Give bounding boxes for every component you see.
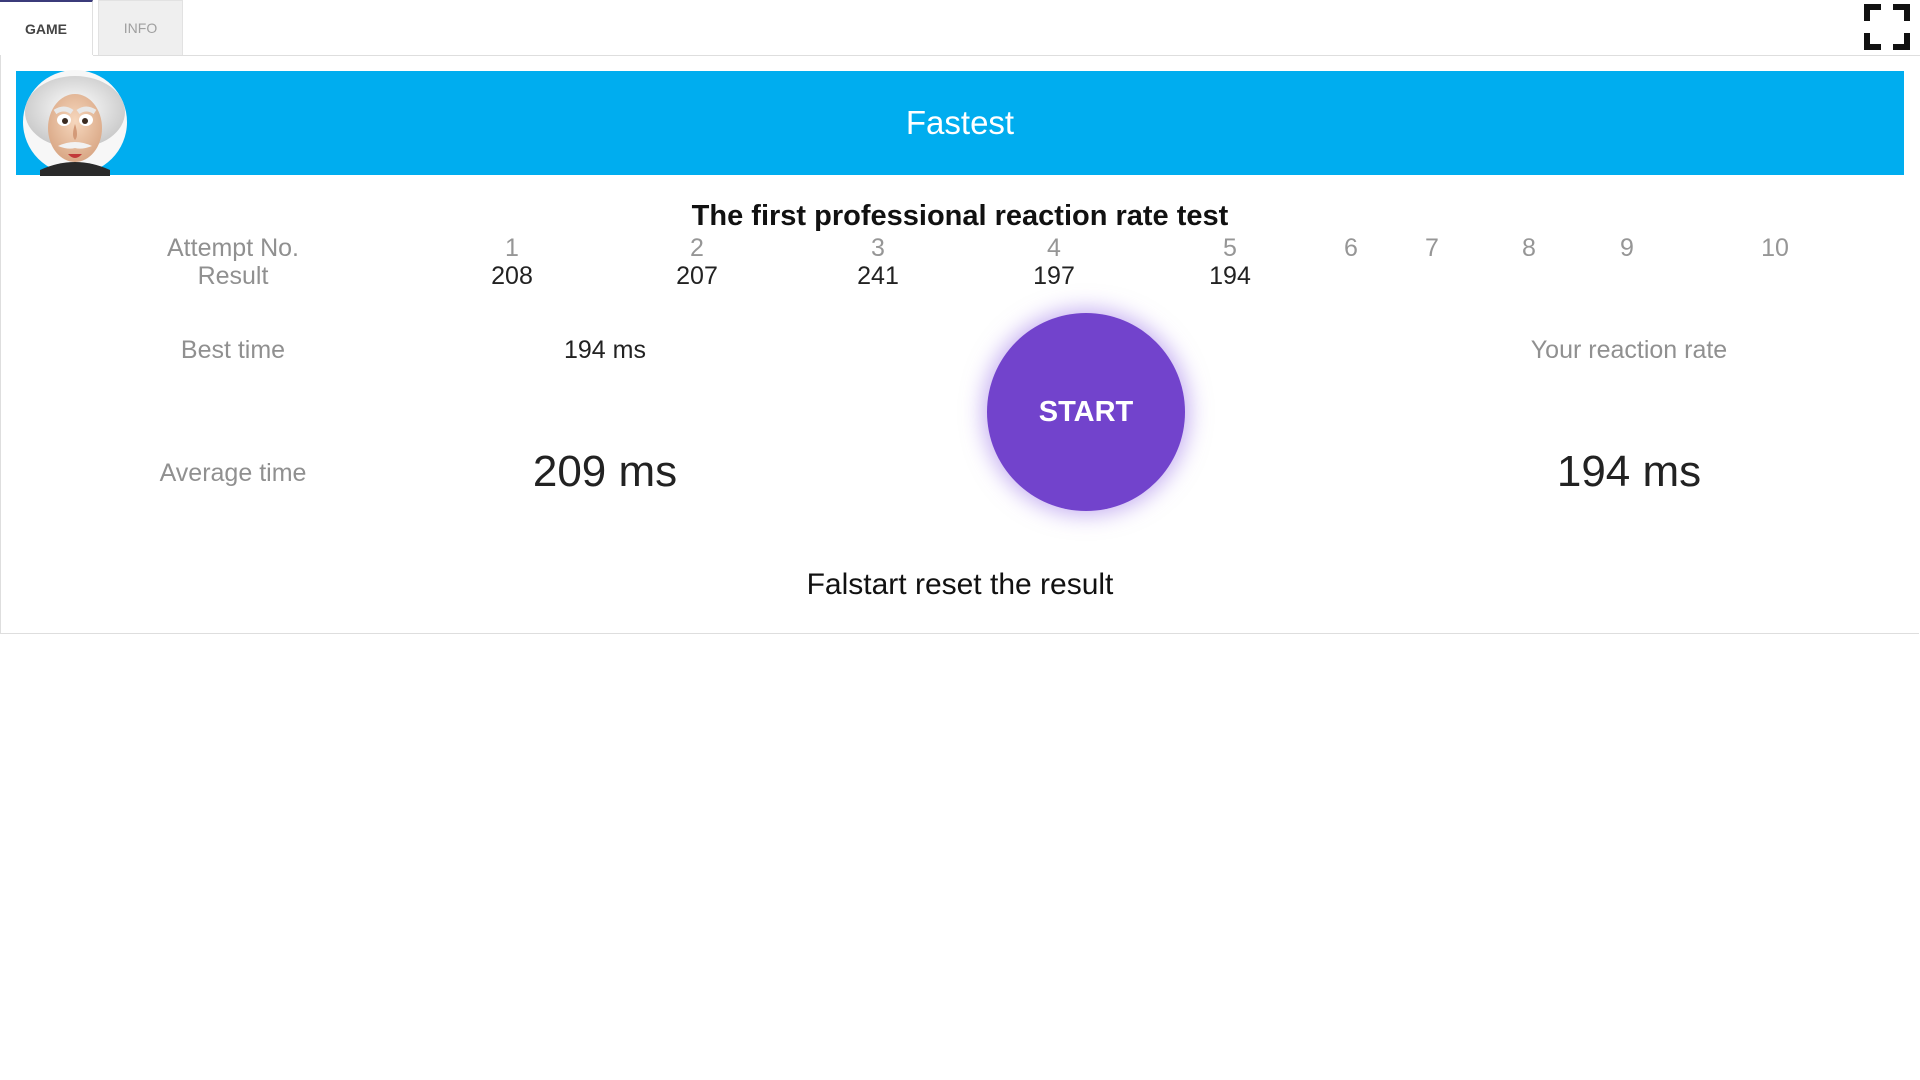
tab-info[interactable]: INFO	[98, 0, 183, 55]
result-value: 207	[676, 262, 718, 290]
attempt-number: 3	[871, 234, 885, 262]
result-value: 241	[857, 262, 899, 290]
result-value: 194	[1209, 262, 1251, 290]
start-button[interactable]: START	[987, 313, 1185, 511]
attempt-number: 6	[1344, 234, 1358, 262]
falstart-note: Falstart reset the result	[806, 568, 1114, 601]
best-time-label: Best time	[180, 336, 286, 364]
attempt-number: 8	[1522, 234, 1536, 262]
attempt-label: Attempt No.	[167, 234, 299, 262]
result-label: Result	[197, 262, 269, 290]
reaction-rate-value: 194 ms	[1556, 447, 1702, 496]
result-value: 197	[1033, 262, 1075, 290]
average-time-value: 209 ms	[532, 447, 678, 496]
attempt-number: 5	[1223, 234, 1237, 262]
fullscreen-icon[interactable]	[1862, 2, 1912, 52]
banner-title: Fastest	[905, 104, 1015, 141]
best-time-value: 194 ms	[564, 336, 646, 364]
attempt-number: 9	[1620, 234, 1634, 262]
tab-bar: GAME INFO	[0, 0, 1920, 56]
attempt-number: 1	[505, 234, 519, 262]
attempt-number: 4	[1047, 234, 1061, 262]
attempt-number: 10	[1761, 234, 1789, 262]
average-time-label: Average time	[159, 459, 307, 487]
page-subtitle: The first professional reaction rate tes…	[691, 200, 1229, 232]
result-value: 208	[491, 262, 533, 290]
reaction-rate-label: Your reaction rate	[1530, 336, 1728, 364]
tab-game[interactable]: GAME	[0, 0, 93, 55]
attempt-number: 7	[1425, 234, 1439, 262]
attempt-number: 2	[690, 234, 704, 262]
